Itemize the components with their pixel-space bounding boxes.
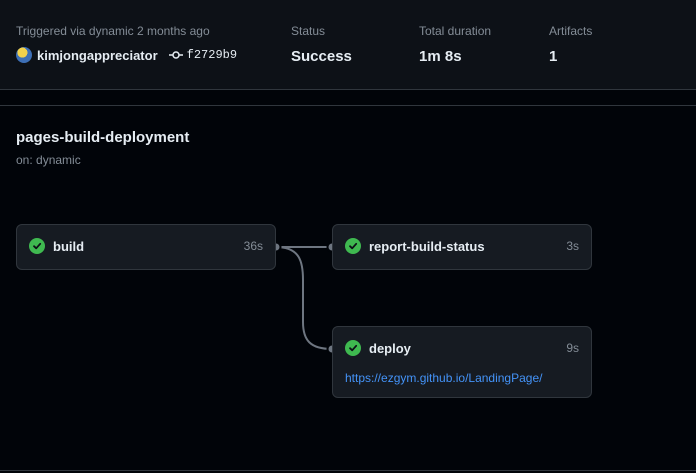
job-name: report-build-status [369,238,485,254]
bottom-divider [0,470,696,471]
job-duration: 36s [243,239,263,253]
job-build[interactable]: build 36s [16,224,276,270]
job-deploy[interactable]: deploy 9s https://ezgym.github.io/Landin… [332,326,592,398]
deploy-url-link[interactable]: https://ezgym.github.io/LandingPage/ [345,371,542,385]
connector-build-deploy [275,246,333,350]
job-report-build-status[interactable]: report-build-status 3s [332,224,592,270]
check-circle-icon [345,238,361,254]
check-circle-icon [29,238,45,254]
job-name: build [53,238,85,254]
check-circle-icon [345,340,361,356]
job-duration: 3s [566,239,579,253]
job-duration: 9s [566,341,579,355]
job-name: deploy [369,340,411,356]
